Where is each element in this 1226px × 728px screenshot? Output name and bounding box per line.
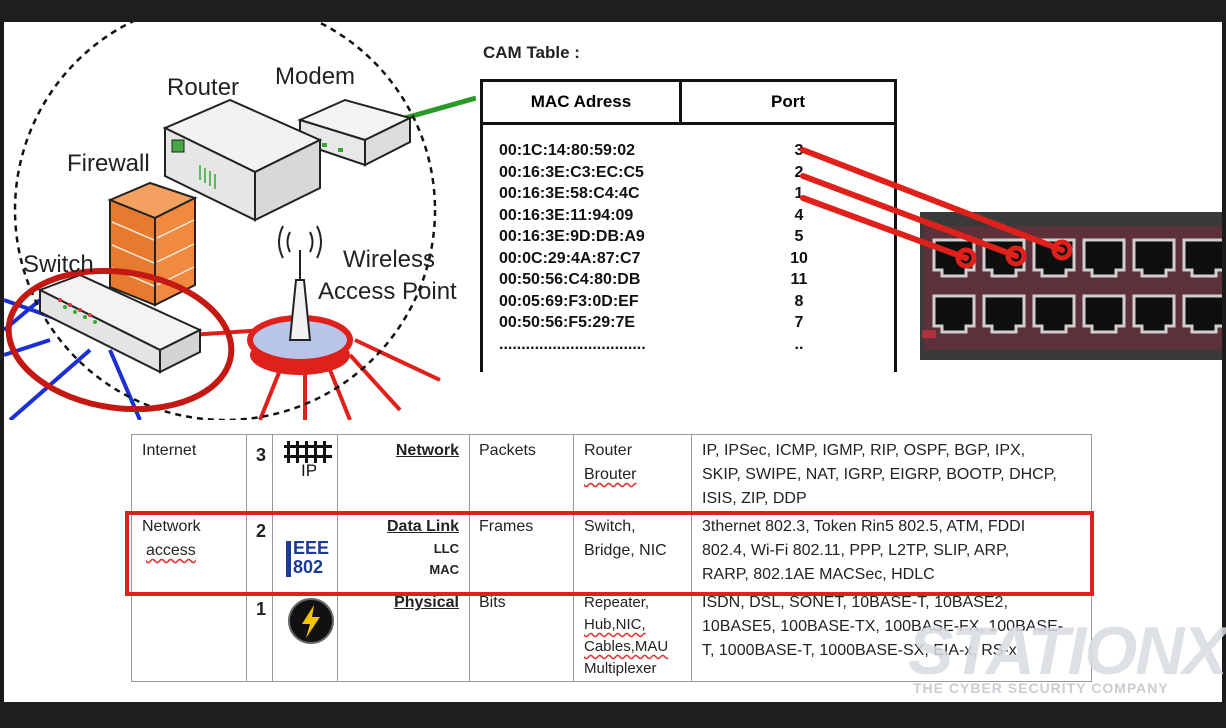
cam-row-mac: 00:16:3E:58:C4:4C	[499, 185, 640, 202]
device-multiplexer: Multiplexer	[584, 660, 657, 677]
device-hub-nic: Hub,NIC,	[584, 616, 646, 633]
cam-table-row: 00:0C:29:4A:87:C7 10	[499, 250, 879, 271]
cam-row-port: 3	[794, 142, 804, 159]
layer-number-1: 1	[256, 599, 267, 619]
ethernet-port	[1182, 294, 1222, 334]
protocols-network-1: IP, IPSec, ICMP, IGMP, RIP, OSPF, BGP, I…	[702, 442, 1026, 459]
cam-table-title: CAM Table :	[483, 43, 580, 62]
ethernet-port	[1132, 238, 1176, 278]
cam-row-port: 4	[794, 206, 804, 224]
cam-row-mac: 00:05:69:F3:0D:EF	[499, 292, 639, 310]
cam-table-header: MAC Adress Port	[483, 82, 894, 125]
cam-table-row: 00:16:3E:C3:EC:C5 2	[499, 164, 879, 185]
device-brouter: Brouter	[584, 466, 637, 483]
router-label: Router	[167, 74, 240, 101]
wireless-label-line2: Access Point	[318, 278, 457, 305]
green-cable	[404, 95, 476, 121]
cam-row-port: ..	[794, 335, 804, 353]
cam-row-mac: 00:50:56:C4:80:DB	[499, 271, 641, 288]
ethernet-port	[982, 294, 1026, 334]
ethernet-port	[1082, 238, 1126, 278]
cam-row-mac: 00:16:3E:11:94:09	[499, 206, 634, 224]
cam-row-mac: 00:1C:14:80:59:02	[499, 142, 636, 159]
layer-name-network: Network	[395, 442, 459, 459]
cam-row-port: 1	[794, 185, 804, 202]
top-dark-bar	[0, 0, 1226, 22]
ethernet-port	[1032, 294, 1076, 334]
cam-row-port: 5	[794, 228, 804, 245]
device-router: Router	[584, 442, 633, 459]
cam-row-mac: .................................	[499, 335, 646, 353]
lightning-icon	[288, 598, 334, 644]
cam-table-row: 00:1C:14:80:59:02 3	[499, 142, 879, 163]
data-link-highlight-box	[125, 511, 1094, 596]
firewall-label: Firewall	[67, 150, 150, 177]
bottom-dark-bar	[0, 702, 1226, 728]
switch-label: Switch	[23, 251, 94, 278]
ethernet-port	[1132, 294, 1176, 334]
cam-row-port: 10	[790, 249, 808, 267]
cam-table-row: 00:50:56:F5:29:7E 7	[499, 314, 879, 335]
ethernet-port	[1032, 238, 1076, 278]
cam-table-row: 00:16:3E:11:94:09 4	[499, 207, 879, 228]
ip-icon-text: IP	[301, 461, 318, 480]
cam-table-row: 00:16:3E:58:C4:4C 1	[499, 185, 879, 206]
cam-row-mac: 00:16:3E:C3:EC:C5	[499, 163, 644, 181]
ethernet-port	[1082, 294, 1126, 334]
cam-table: MAC Adress Port 00:1C:14:80:59:02 3 00:16:…	[480, 79, 897, 372]
switch-ports-photo	[920, 212, 1222, 360]
device-cables-mau: Cables,MAU	[584, 638, 669, 655]
tcpip-layer-internet: Internet	[142, 442, 197, 459]
protocols-network-2: SKIP, SWIPE, NAT, IGRP, EIGRP, BOOTP, DH…	[702, 466, 1057, 483]
wireless-label-line1: Wireless	[343, 246, 436, 273]
network-diagram	[4, 22, 476, 420]
protocols-network-3: ISIS, ZIP, DDP	[702, 490, 807, 507]
cam-row-mac: 00:50:56:F5:29:7E	[499, 314, 636, 331]
ethernet-port	[1182, 238, 1222, 278]
cam-row-port: 7	[794, 314, 804, 331]
ethernet-port	[982, 238, 1026, 278]
cam-table-row: 00:50:56:C4:80:DB 11	[499, 271, 879, 292]
cam-row-mac: 00:16:3E:9D:DB:A9	[499, 228, 645, 245]
cam-table-row: 00:05:69:F3:0D:EF 8	[499, 293, 879, 314]
ip-icon: IP	[284, 441, 332, 487]
watermark-logo: STATIONX	[908, 613, 1226, 689]
pdu-packets: Packets	[479, 442, 536, 459]
ethernet-port	[932, 238, 976, 278]
cam-table-row: 00:16:3E:9D:DB:A9 5	[499, 228, 879, 249]
ethernet-port	[932, 294, 976, 334]
cam-row-port: 11	[790, 271, 808, 288]
modem-label: Modem	[275, 63, 356, 90]
cam-header-port: Port	[771, 92, 805, 111]
layer-number-3: 3	[256, 445, 267, 465]
watermark-tagline: THE CYBER SECURITY COMPANY	[913, 680, 1169, 696]
cam-header-mac: MAC Adress	[483, 82, 682, 122]
cam-row-mac: 00:0C:29:4A:87:C7	[499, 249, 641, 267]
cam-table-row: ...................................	[499, 336, 879, 357]
cam-row-port: 2	[794, 163, 804, 181]
cam-row-port: 8	[794, 292, 804, 310]
